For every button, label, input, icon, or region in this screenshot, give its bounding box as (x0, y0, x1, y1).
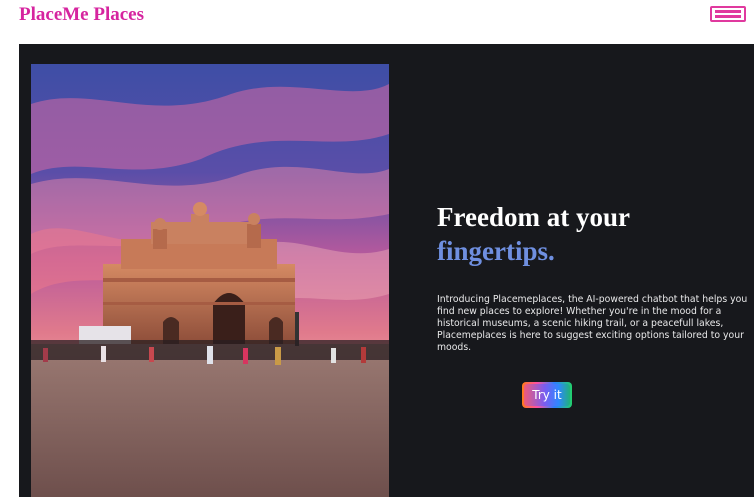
brand-logo[interactable]: PlaceMe Places (19, 4, 144, 26)
gateway-of-india-photo (31, 64, 389, 497)
hamburger-menu-icon[interactable] (710, 6, 746, 22)
menu-bar-top (715, 10, 741, 13)
headline-line-2: fingertips. (437, 236, 555, 266)
headline-line-1: Freedom at your (437, 202, 630, 232)
try-it-button[interactable]: Try it (522, 382, 572, 408)
navbar: PlaceMe Places (0, 0, 754, 40)
hero-photo-svg (31, 64, 389, 497)
hero-section: Freedom at your fingertips. Introducing … (19, 44, 754, 497)
hero-copy: Freedom at your fingertips. Introducing … (437, 200, 754, 408)
try-it-label: Try it (524, 384, 570, 406)
hero-headline: Freedom at your fingertips. (437, 200, 754, 268)
menu-bar-bottom (715, 15, 741, 18)
hero-intro-text: Introducing Placemeplaces, the AI-powere… (437, 294, 748, 353)
